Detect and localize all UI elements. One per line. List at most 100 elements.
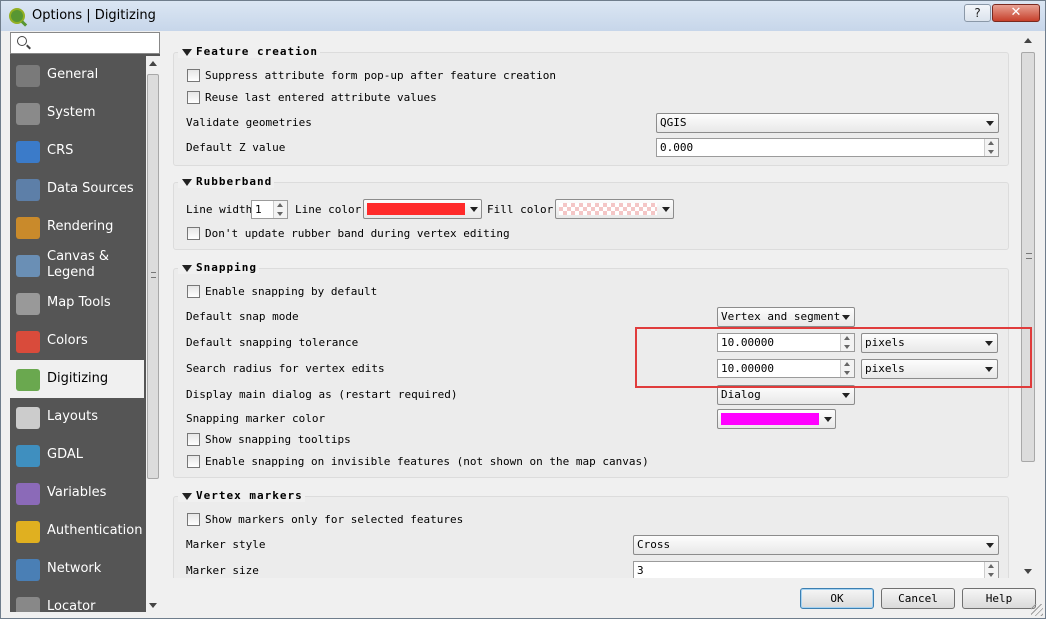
- snap-mode-label: Default snap mode: [186, 310, 299, 323]
- vertex-markers-group: Vertex markers Show markers only for sel…: [173, 489, 1009, 578]
- sidebar-item-authentication[interactable]: Authentication: [10, 512, 144, 550]
- settings-panel: Feature creation Suppress attribute form…: [166, 38, 1018, 578]
- dont-update-label: Don't update rubber band during vertex e…: [205, 227, 510, 240]
- line-color-button[interactable]: [363, 199, 482, 219]
- search-icon: [17, 36, 27, 46]
- cancel-button[interactable]: Cancel: [881, 588, 955, 609]
- gears-icon: [16, 103, 40, 125]
- sidebar-item-canvas-legend[interactable]: Canvas & Legend: [10, 246, 144, 284]
- globe-icon: [16, 141, 40, 163]
- sidebar-item-digitizing[interactable]: Digitizing: [10, 360, 144, 398]
- sidebar-item-label: System: [47, 105, 96, 120]
- scroll-up-icon[interactable]: [149, 61, 157, 66]
- show-tooltips-label: Show snapping tooltips: [205, 433, 351, 446]
- ok-button[interactable]: OK: [800, 588, 874, 609]
- reuse-values-checkbox[interactable]: [187, 91, 200, 104]
- feature-creation-title[interactable]: Feature creation: [178, 45, 320, 58]
- marker-size-spinbox[interactable]: 3: [633, 561, 999, 578]
- chevron-down-icon: [842, 315, 850, 320]
- spin-arrows-icon[interactable]: [273, 201, 287, 218]
- search-box: [10, 32, 160, 54]
- options-dialog: Options | Digitizing ? ✕ General System CR…: [0, 0, 1046, 619]
- chevron-down-icon: [842, 393, 850, 398]
- scroll-thumb[interactable]: [147, 74, 159, 479]
- suppress-form-label: Suppress attribute form pop-up after fea…: [205, 69, 556, 82]
- chevron-down-icon: [824, 417, 832, 422]
- resize-grip-icon[interactable]: [1031, 604, 1043, 616]
- default-z-spinbox[interactable]: 0.000: [656, 138, 999, 157]
- palette-icon: [16, 331, 40, 353]
- sidebar-item-rendering[interactable]: Rendering: [10, 208, 144, 246]
- sidebar-item-locator[interactable]: Locator: [10, 588, 144, 612]
- window-title: Options | Digitizing: [32, 8, 156, 23]
- scroll-thumb[interactable]: [1021, 52, 1035, 462]
- search-radius-label: Search radius for vertex edits: [186, 362, 385, 375]
- sidebar-item-general[interactable]: General: [10, 56, 144, 94]
- sidebar-item-label: GDAL: [47, 447, 83, 462]
- sidebar-item-variables[interactable]: Variables: [10, 474, 144, 512]
- collapse-triangle-icon: [182, 49, 192, 56]
- snapping-tolerance-label: Default snapping tolerance: [186, 336, 359, 349]
- suppress-form-checkbox[interactable]: [187, 69, 200, 82]
- lock-icon: [16, 521, 40, 543]
- snapping-title[interactable]: Snapping: [178, 261, 259, 274]
- marker-color-button[interactable]: [717, 409, 836, 429]
- dont-update-checkbox[interactable]: [187, 227, 200, 240]
- invisible-features-checkbox[interactable]: [187, 455, 200, 468]
- sidebar-item-data-sources[interactable]: Data Sources: [10, 170, 144, 208]
- sidebar-item-crs[interactable]: CRS: [10, 132, 144, 170]
- line-width-spinbox[interactable]: 1: [251, 200, 288, 219]
- marker-style-label: Marker style: [186, 538, 266, 551]
- sidebar-item-network[interactable]: Network: [10, 550, 144, 588]
- fill-color-label: Fill color: [487, 203, 554, 216]
- sidebar-nav: General System CRS Data Sources Rendering Can…: [10, 56, 145, 612]
- fill-color-button[interactable]: [555, 199, 674, 219]
- sidebar-item-label: General: [47, 67, 99, 82]
- selected-only-checkbox[interactable]: [187, 513, 200, 526]
- collapse-triangle-icon: [182, 493, 192, 500]
- canvas-icon: [16, 255, 40, 277]
- validate-geometries-label: Validate geometries: [186, 116, 312, 129]
- title-help-button[interactable]: ?: [964, 4, 991, 22]
- help-button[interactable]: Help: [962, 588, 1036, 609]
- sidebar-item-system[interactable]: System: [10, 94, 144, 132]
- sidebar-item-label: Authentication: [47, 523, 143, 538]
- sidebar-item-gdal[interactable]: GDAL: [10, 436, 144, 474]
- sidebar-item-label: Data Sources: [47, 181, 134, 196]
- sidebar-item-label: Canvas & Legend: [47, 249, 109, 280]
- line-width-label: Line width: [186, 203, 253, 216]
- scroll-up-icon[interactable]: [1024, 38, 1032, 43]
- search-input[interactable]: [33, 35, 153, 51]
- sidebar-item-label: Colors: [47, 333, 88, 348]
- snap-mode-select[interactable]: Vertex and segment: [717, 307, 855, 327]
- close-button[interactable]: ✕: [992, 4, 1040, 22]
- sidebar-item-label: Rendering: [47, 219, 114, 234]
- chevron-down-icon: [986, 543, 994, 548]
- sidebar-item-colors[interactable]: Colors: [10, 322, 144, 360]
- annotation-highlight-box: [635, 327, 1032, 388]
- spin-arrows-icon[interactable]: [984, 139, 998, 156]
- default-z-label: Default Z value: [186, 141, 286, 154]
- title-bar: Options | Digitizing ? ✕: [1, 1, 1045, 31]
- digitizing-icon: [16, 369, 40, 391]
- sidebar-item-label: Digitizing: [47, 371, 109, 386]
- rubberband-title[interactable]: Rubberband: [178, 175, 275, 188]
- validate-geometries-select[interactable]: QGIS: [656, 113, 999, 133]
- display-dialog-select[interactable]: Dialog: [717, 385, 855, 405]
- sidebar-item-map-tools[interactable]: Map Tools: [10, 284, 144, 322]
- show-tooltips-checkbox[interactable]: [187, 433, 200, 446]
- scroll-down-icon[interactable]: [1024, 569, 1032, 574]
- feature-creation-group: Feature creation Suppress attribute form…: [173, 45, 1009, 166]
- sidebar-scrollbar[interactable]: [146, 56, 160, 612]
- sidebar-item-layouts[interactable]: Layouts: [10, 398, 144, 436]
- vertex-markers-title[interactable]: Vertex markers: [178, 489, 305, 502]
- marker-style-select[interactable]: Cross: [633, 535, 999, 555]
- enable-snapping-checkbox[interactable]: [187, 285, 200, 298]
- sidebar-item-label: CRS: [47, 143, 74, 158]
- scroll-down-icon[interactable]: [149, 603, 157, 608]
- layout-icon: [16, 407, 40, 429]
- sidebar-item-label: Variables: [47, 485, 107, 500]
- spin-arrows-icon[interactable]: [984, 562, 998, 578]
- content-scrollbar[interactable]: [1019, 32, 1037, 580]
- rubberband-group: Rubberband Line width 1 Line color Fill …: [173, 175, 1009, 250]
